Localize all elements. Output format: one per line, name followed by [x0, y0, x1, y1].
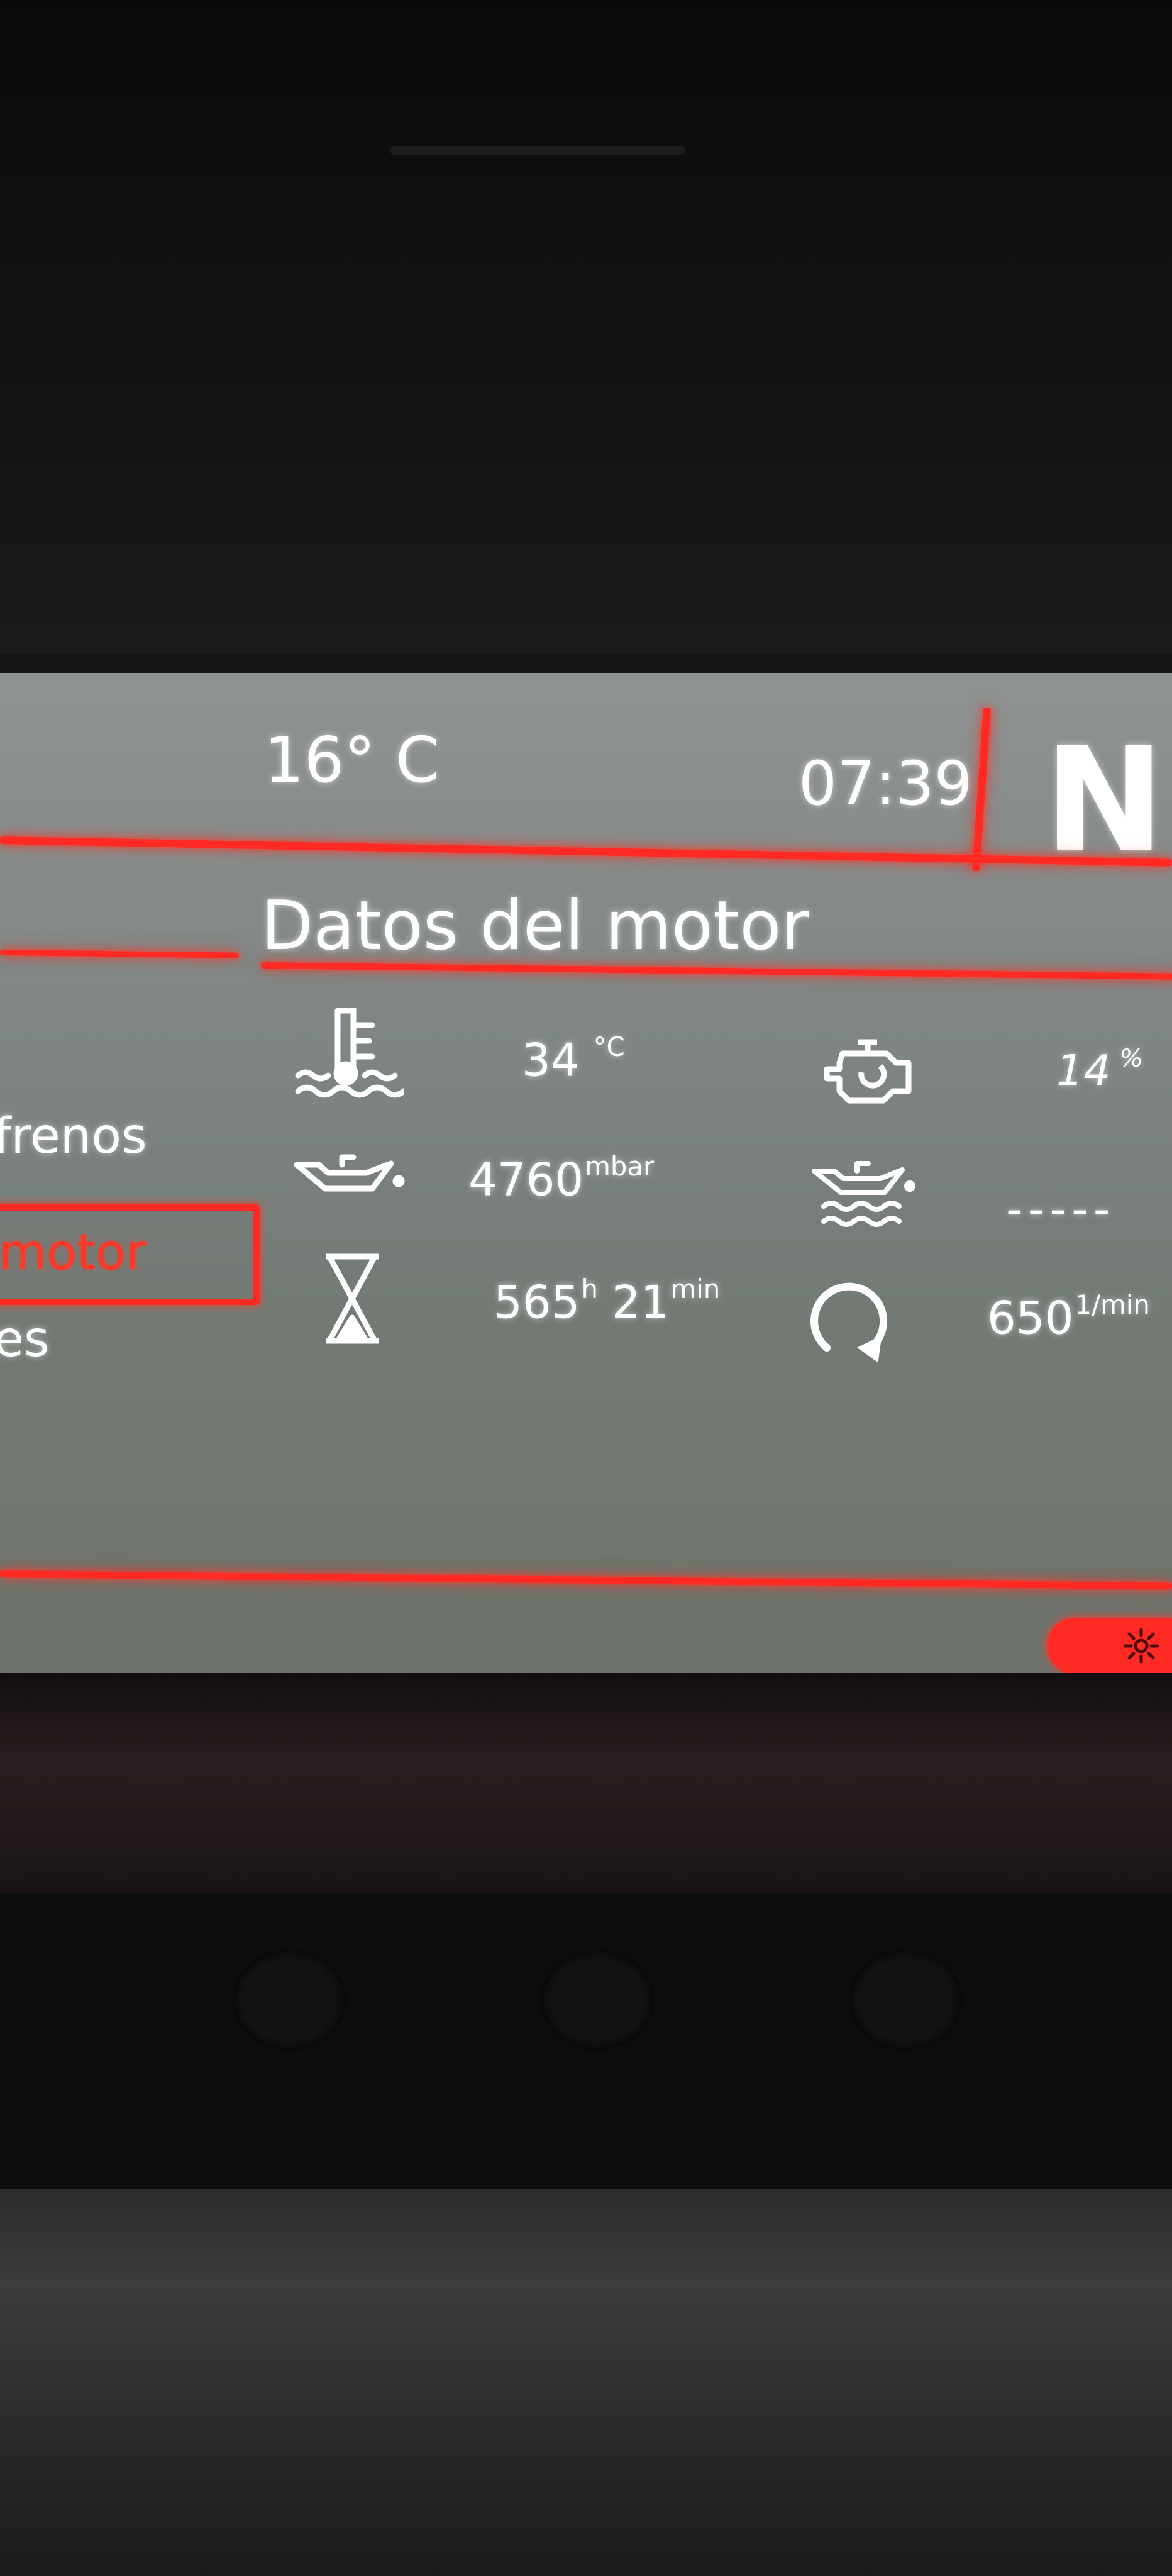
brightness-button[interactable] [1047, 1618, 1172, 1674]
hardware-button-row [0, 1893, 1172, 2189]
oil-temp-value: ----- [1006, 1182, 1115, 1236]
menu-item-frenos[interactable]: frenos [0, 1108, 147, 1165]
clock: 07:39 [799, 748, 973, 819]
coolant-temp-value: 34 °C [522, 1031, 625, 1086]
operating-time-minutes-unit: min [670, 1274, 721, 1304]
hardware-button-2[interactable] [541, 1950, 654, 2050]
oil-pressure-unit: mbar [585, 1151, 655, 1182]
menu-item-es[interactable]: es [0, 1311, 50, 1368]
engine-icon [817, 1035, 924, 1107]
engine-load-number: 14 [1056, 1046, 1111, 1096]
coolant-temp-unit: °C [593, 1031, 625, 1062]
coolant-temp-number: 34 [522, 1033, 580, 1087]
menu-item-motor-label: motor [0, 1224, 146, 1281]
dashboard-top [0, 0, 1172, 673]
page-title: Datos del motor [261, 887, 809, 965]
oil-temperature-icon [808, 1157, 921, 1233]
screen-bezel [0, 1673, 1172, 1893]
rpm-icon [802, 1274, 896, 1365]
menu-item-motor[interactable]: motor [0, 1204, 260, 1305]
outside-temperature: 16° C [264, 723, 440, 797]
oil-pressure-number: 4760 [468, 1153, 584, 1206]
operating-time-hours: 565 [494, 1275, 580, 1329]
coolant-temperature-icon [290, 1003, 404, 1101]
dashboard-slot [390, 146, 685, 155]
hardware-button-1[interactable] [233, 1950, 346, 2050]
operating-time-value: 565h 21min [494, 1274, 720, 1328]
hardware-button-3[interactable] [849, 1950, 962, 2050]
oil-pressure-icon [290, 1151, 407, 1201]
engine-speed-value: 6501/min [987, 1289, 1150, 1344]
engine-load-value: 14% [1056, 1044, 1143, 1096]
engine-speed-number: 650 [987, 1291, 1074, 1345]
operating-time-hours-unit: h [581, 1274, 598, 1304]
engine-speed-unit: 1/min [1075, 1289, 1150, 1320]
oil-pressure-value: 4760mbar [468, 1151, 654, 1206]
brightness-icon [1122, 1627, 1160, 1665]
dashboard-lower-panel [0, 2189, 1172, 2576]
operating-time-minutes: 21 [611, 1275, 670, 1329]
engine-load-unit: % [1119, 1044, 1143, 1073]
hourglass-icon [321, 1252, 384, 1346]
